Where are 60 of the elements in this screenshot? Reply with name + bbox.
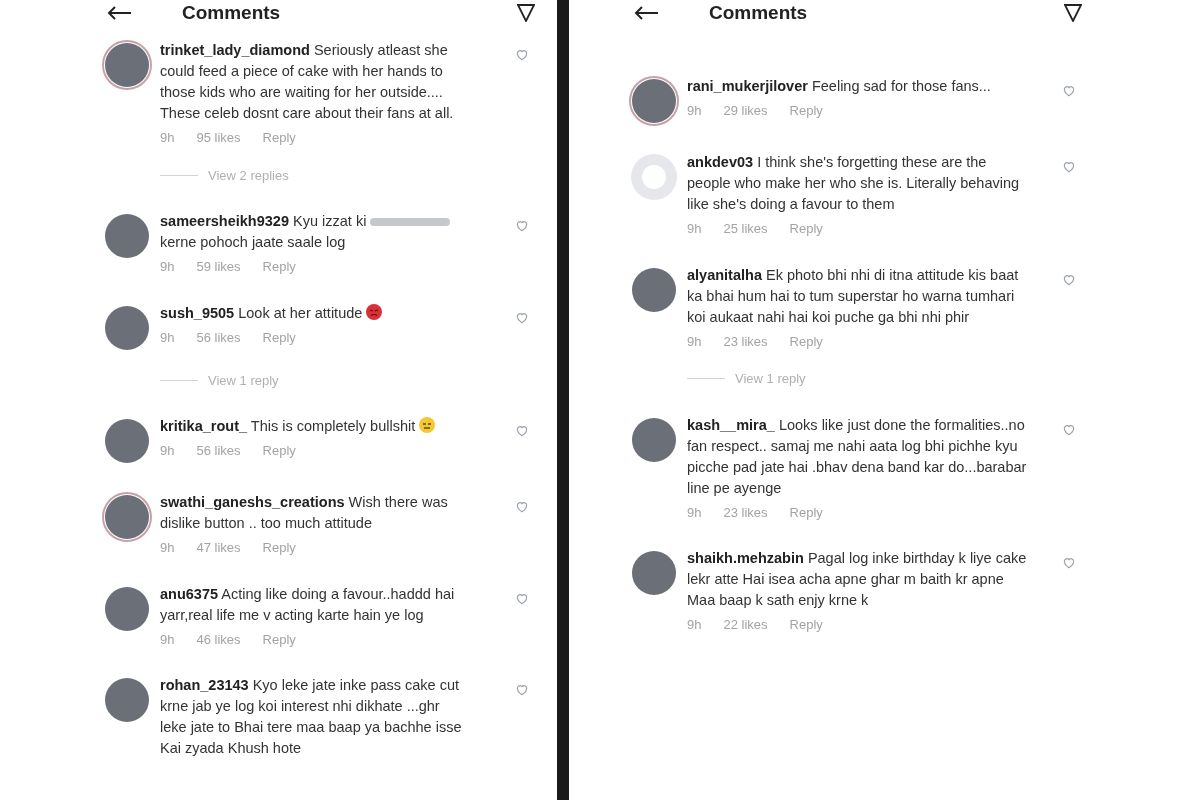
comment-time: 9h [687,332,702,351]
comment-text: trinket_lady_diamond Seriously atleast she could feed a piece of cake with her hands to those kids who are waiting for her outside.... These celeb dosnt care about their fans at all. [160,41,455,123]
comment-text: anu6375 Acting like doing a favour..haddd hai yarr,real life me v acting karte hain ye log [160,584,456,625]
screen-title: Comments [709,0,808,25]
comment-text: rohan_23143 Kyo leke jate inke pass cake cut krne jab ye log koi interest nhi dikhate ...ghr leke jate to Bhai tere maa baap ya bachhe isse Kai zyada Khush hote [160,676,463,758]
likes-count[interactable]: 23 likes [723,331,768,351]
reply-button[interactable]: Reply [789,331,823,351]
likes-count[interactable]: 25 likes [723,219,768,239]
comment-time: 9h [687,220,702,238]
comment-time: 9h [160,539,175,557]
comment-time: 9h [160,258,175,276]
likes-count[interactable]: 46 likes [196,629,241,649]
comment-time: 9h [160,630,175,649]
comment-text: sameersheikh9329 Kyu izzat ki kerne pohoch jaate saale log [160,211,470,253]
likes-count[interactable]: 22 likes [723,615,768,635]
view-replies-link[interactable]: View 1 reply [735,369,806,389]
comment-time: 9h [687,503,702,522]
comment-text: sush_9505 Look at her attitude [160,302,470,324]
avatar-photo-placeholder[interactable] [105,214,149,258]
reply-button[interactable]: Reply [262,327,296,347]
comment-text: shaikh.mehzabin Pagal log inke birthday k liye cake lekr atte Hai isea acha apne ghar m baith kr apne Maa baap k sath enjy krne k [687,549,1027,610]
view-replies-link[interactable]: View 1 reply [208,370,279,390]
likes-count[interactable]: 56 likes [196,327,241,347]
comment-text: swathi_ganeshs_creations Wish there was dislike button .. too much attitude [160,493,449,533]
likes-count[interactable]: 47 likes [196,538,241,558]
reply-button[interactable]: Reply [789,502,823,522]
reply-button[interactable]: Reply [789,219,823,239]
avatar-photo-placeholder[interactable] [632,267,676,312]
reply-button[interactable]: Reply [789,615,823,635]
comment-time: 9h [687,616,702,634]
likes-count[interactable]: 23 likes [723,502,768,522]
reply-button[interactable]: Reply [262,629,296,649]
reply-button[interactable]: Reply [262,538,296,558]
comment-time: 9h [160,328,175,347]
likes-count[interactable]: 95 likes [196,128,241,148]
avatar-photo-placeholder[interactable] [105,586,149,631]
avatar-photo-placeholder[interactable] [105,678,149,722]
reply-button[interactable]: Reply [789,101,823,121]
back-arrow-icon[interactable] [106,5,132,21]
likes-count[interactable]: 59 likes [196,257,241,277]
screen-title: Comments [182,0,281,25]
comment-time: 9h [687,102,702,120]
avatar-photo-placeholder[interactable] [632,417,676,462]
likes-count[interactable]: 56 likes [196,441,241,461]
comment-text: kash__mira_ Looks like just done the formalities..no fan respect.. samaj me nahi aata log bhi pichhe kyu picche pad jate hai .bhav dena band kar do...barabar line pe ayenge [687,415,1027,498]
likes-count[interactable]: 29 likes [723,101,768,121]
comment-time: 9h [160,129,175,147]
comment-text: ankdev03 I think she's forgetting these are the people who make her who she is. Literally behaving like she's doing a favour to them [687,153,1021,214]
comment-text: alyanitalha Ek photo bhi nhi di itna attitude kis baat ka bhai hum hai to tum superstar ho warna tumhari koi aukaat nahi hai koi puche ga bhi nhi phir [687,265,1020,327]
back-arrow-icon[interactable] [633,5,659,21]
comment-time: 9h [160,442,175,460]
reply-button[interactable]: Reply [262,257,296,277]
view-replies-link[interactable]: View 2 replies [208,165,289,185]
reply-button[interactable]: Reply [262,441,296,461]
avatar-photo-placeholder[interactable] [632,551,676,595]
reply-button[interactable]: Reply [262,128,296,148]
comment-text: rani_mukerjilover Feeling sad for those fans... [687,77,992,96]
comment-text: kritika_rout_ This is completely bullshit [160,416,470,437]
avatar-photo-placeholder[interactable] [105,305,149,350]
avatar-photo-placeholder[interactable] [105,419,149,463]
